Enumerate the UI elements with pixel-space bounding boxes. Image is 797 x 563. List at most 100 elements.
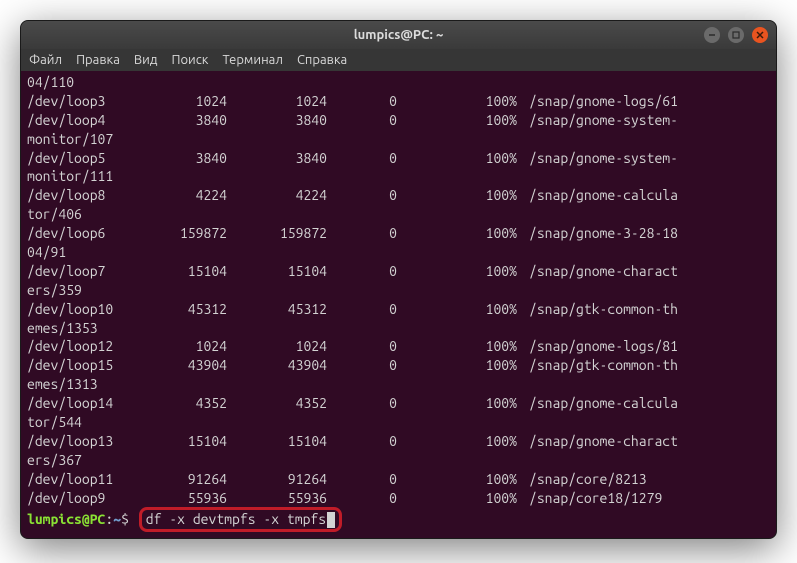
terminal-window: lumpics@PC: ~ Файл Правка Вид Поиск Терм…: [20, 20, 777, 539]
df-cell: 0: [327, 394, 397, 413]
df-row: /dev/loop12102410240100%/snap/gnome-logs…: [27, 337, 770, 356]
output-line-wrap: tor/406: [27, 205, 770, 224]
menu-file[interactable]: Файл: [29, 53, 62, 67]
df-cell: 0: [327, 149, 397, 168]
df-cell: 43904: [127, 356, 227, 375]
maximize-icon: [732, 31, 740, 39]
maximize-button[interactable]: [728, 27, 744, 43]
df-cell: /dev/loop10: [27, 300, 127, 319]
df-cell: 15104: [127, 262, 227, 281]
df-cell: 100%: [397, 224, 517, 243]
command-input[interactable]: df -x devtmpfs -x tmpfs: [146, 510, 326, 529]
df-cell: /snap/gtk-common-th: [517, 300, 678, 319]
df-cell: /dev/loop3: [27, 92, 127, 111]
titlebar[interactable]: lumpics@PC: ~: [21, 21, 776, 49]
df-row: /dev/loop4384038400100%/snap/gnome-syste…: [27, 111, 770, 130]
df-row: /dev/loop1191264912640100%/snap/core/821…: [27, 470, 770, 489]
df-cell: 55936: [227, 489, 327, 508]
df-cell: 43904: [227, 356, 327, 375]
df-cell: /snap/gnome-logs/61: [517, 92, 678, 111]
df-cell: 0: [327, 92, 397, 111]
df-row: /dev/loop5384038400100%/snap/gnome-syste…: [27, 149, 770, 168]
output-line-wrap: tor/544: [27, 413, 770, 432]
command-highlight: df -x devtmpfs -x tmpfs: [139, 507, 342, 532]
df-cell: 0: [327, 262, 397, 281]
output-line-wrap: emes/1313: [27, 375, 770, 394]
window-title: lumpics@PC: ~: [354, 28, 444, 42]
terminal-output[interactable]: 04/110/dev/loop3102410240100%/snap/gnome…: [21, 71, 776, 538]
prompt-user-host: lumpics@PC: [27, 510, 105, 529]
df-cell: 100%: [397, 111, 517, 130]
df-cell: 91264: [127, 470, 227, 489]
df-cell: 1024: [127, 337, 227, 356]
prompt-line[interactable]: lumpics@PC:~$ df -x devtmpfs -x tmpfs: [27, 507, 770, 532]
df-cell: /snap/gnome-logs/81: [517, 337, 678, 356]
output-line-wrap: 04/91: [27, 243, 770, 262]
df-row: /dev/loop1543904439040100%/snap/gtk-comm…: [27, 356, 770, 375]
df-cell: 3840: [127, 149, 227, 168]
window-controls: [704, 27, 768, 43]
menubar: Файл Правка Вид Поиск Терминал Справка: [21, 49, 776, 71]
minimize-icon: [708, 31, 716, 39]
df-cell: /dev/loop5: [27, 149, 127, 168]
df-cell: 45312: [227, 300, 327, 319]
prompt-dollar: $: [121, 510, 137, 529]
minimize-button[interactable]: [704, 27, 720, 43]
output-line-wrap: ers/359: [27, 281, 770, 300]
df-cell: 4224: [227, 186, 327, 205]
df-cell: 100%: [397, 337, 517, 356]
df-cell: 1024: [227, 337, 327, 356]
df-cell: 4352: [127, 394, 227, 413]
menu-help[interactable]: Справка: [297, 53, 347, 67]
df-row: /dev/loop8422442240100%/snap/gnome-calcu…: [27, 186, 770, 205]
df-cell: /snap/gnome-charact: [517, 432, 678, 451]
df-cell: /dev/loop7: [27, 262, 127, 281]
output-line-wrap: monitor/107: [27, 130, 770, 149]
df-cell: 91264: [227, 470, 327, 489]
df-cell: 15104: [227, 262, 327, 281]
df-cell: /dev/loop4: [27, 111, 127, 130]
df-cell: 55936: [127, 489, 227, 508]
df-cell: 100%: [397, 186, 517, 205]
cursor-icon: [327, 512, 335, 528]
prompt-colon: :: [105, 510, 113, 529]
df-cell: 100%: [397, 470, 517, 489]
df-cell: /dev/loop14: [27, 394, 127, 413]
df-cell: /snap/gnome-calcula: [517, 186, 678, 205]
df-cell: /dev/loop6: [27, 224, 127, 243]
df-cell: /dev/loop13: [27, 432, 127, 451]
df-cell: /dev/loop8: [27, 186, 127, 205]
df-cell: 3840: [227, 149, 327, 168]
df-cell: 0: [327, 432, 397, 451]
df-cell: 15104: [227, 432, 327, 451]
menu-terminal[interactable]: Терминал: [222, 53, 282, 67]
df-cell: 4352: [227, 394, 327, 413]
close-button[interactable]: [752, 27, 768, 43]
df-cell: 15104: [127, 432, 227, 451]
df-row: /dev/loop61598721598720100%/snap/gnome-3…: [27, 224, 770, 243]
menu-search[interactable]: Поиск: [171, 53, 208, 67]
df-cell: 0: [327, 356, 397, 375]
df-cell: 0: [327, 186, 397, 205]
menu-edit[interactable]: Правка: [76, 53, 120, 67]
output-line-wrap: emes/1353: [27, 319, 770, 338]
df-cell: /snap/gnome-system-: [517, 149, 678, 168]
output-line-wrap: monitor/111: [27, 167, 770, 186]
menu-view[interactable]: Вид: [134, 53, 158, 67]
df-cell: 3840: [227, 111, 327, 130]
df-cell: 159872: [127, 224, 227, 243]
df-cell: /snap/gtk-common-th: [517, 356, 678, 375]
df-cell: 100%: [397, 300, 517, 319]
df-cell: /snap/gnome-3-28-18: [517, 224, 678, 243]
df-cell: /dev/loop12: [27, 337, 127, 356]
df-cell: /snap/core/8213: [517, 470, 647, 489]
df-cell: /snap/core18/1279: [517, 489, 662, 508]
df-row: /dev/loop1045312453120100%/snap/gtk-comm…: [27, 300, 770, 319]
df-cell: 100%: [397, 92, 517, 111]
output-line: 04/110: [27, 73, 770, 92]
df-cell: 0: [327, 470, 397, 489]
df-cell: 159872: [227, 224, 327, 243]
df-cell: /snap/gnome-system-: [517, 111, 678, 130]
df-cell: 0: [327, 300, 397, 319]
df-cell: /snap/gnome-charact: [517, 262, 678, 281]
